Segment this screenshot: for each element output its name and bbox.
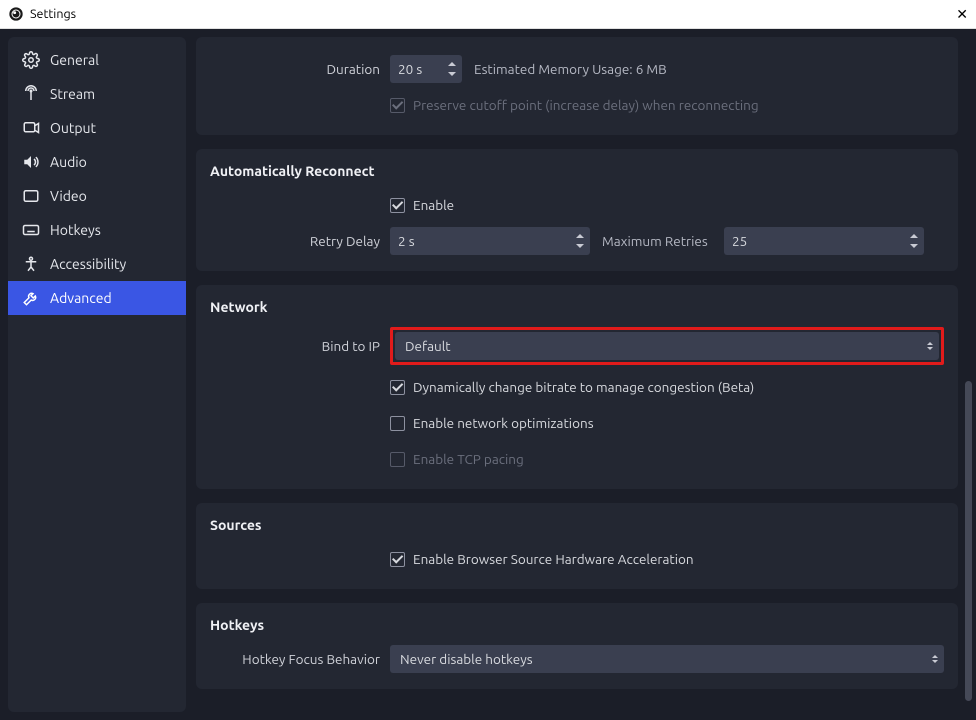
sidebar-item-label: Output <box>50 120 96 136</box>
panel-network: Network Bind to IP Default <box>196 285 958 489</box>
sidebar-item-general[interactable]: General <box>8 43 186 77</box>
content-scrollbar[interactable] <box>965 41 972 708</box>
app-logo-icon <box>8 6 24 22</box>
hotkey-focus-label: Hotkey Focus Behavior <box>210 651 390 667</box>
panel-stream-delay: Duration 20 s Estimated Memory Usage: 6 … <box>196 37 958 135</box>
sidebar-item-label: Accessibility <box>50 256 126 272</box>
spinner-icon[interactable] <box>444 57 460 81</box>
titlebar: Settings ✕ <box>0 0 976 29</box>
memory-estimate: Estimated Memory Usage: 6 MB <box>474 61 667 77</box>
sidebar-item-label: Stream <box>50 86 95 102</box>
panel-title: Sources <box>210 517 944 533</box>
accessibility-icon <box>22 255 40 273</box>
output-icon <box>22 119 40 137</box>
sidebar-item-label: Hotkeys <box>50 222 101 238</box>
network-optimizations-checkbox[interactable]: Enable network optimizations <box>390 415 594 431</box>
spinner-icon[interactable] <box>906 229 922 253</box>
checkbox-icon <box>390 380 405 395</box>
hotkey-focus-value: Never disable hotkeys <box>400 651 533 667</box>
checkbox-icon <box>390 416 405 431</box>
dynamic-bitrate-checkbox[interactable]: Dynamically change bitrate to manage con… <box>390 379 754 395</box>
retry-delay-input[interactable]: 2 s <box>390 227 590 255</box>
chevron-updown-icon <box>927 342 933 350</box>
close-icon[interactable]: ✕ <box>928 6 968 23</box>
chevron-updown-icon <box>932 655 938 663</box>
checkbox-label: Enable Browser Source Hardware Accelerat… <box>413 551 694 567</box>
app-body: General Stream Output Audio Video Hotkey… <box>0 29 976 720</box>
sidebar-item-audio[interactable]: Audio <box>8 145 186 179</box>
keyboard-icon <box>22 221 40 239</box>
checkbox-label: Enable TCP pacing <box>413 451 524 467</box>
retry-delay-label: Retry Delay <box>210 233 390 249</box>
bind-ip-label: Bind to IP <box>210 338 390 354</box>
tools-icon <box>22 289 40 307</box>
panel-sources: Sources Enable Browser Source Hardware A… <box>196 503 958 589</box>
bind-ip-value: Default <box>405 338 451 354</box>
reconnect-enable-checkbox[interactable]: Enable <box>390 197 454 213</box>
checkbox-icon <box>390 198 405 213</box>
audio-icon <box>22 153 40 171</box>
checkbox-label: Enable <box>413 197 454 213</box>
checkbox-icon <box>390 552 405 567</box>
hotkey-focus-select[interactable]: Never disable hotkeys <box>390 645 944 673</box>
max-retries-value: 25 <box>732 233 747 249</box>
sidebar-item-label: Advanced <box>50 290 112 306</box>
duration-value: 20 s <box>398 61 422 77</box>
checkbox-icon <box>390 98 405 113</box>
panel-title: Hotkeys <box>210 617 944 633</box>
video-icon <box>22 187 40 205</box>
tcp-pacing-checkbox: Enable TCP pacing <box>390 451 524 467</box>
sidebar-item-accessibility[interactable]: Accessibility <box>8 247 186 281</box>
panel-title: Network <box>210 299 944 315</box>
checkbox-label: Preserve cutoff point (increase delay) w… <box>413 97 759 113</box>
sidebar-item-hotkeys[interactable]: Hotkeys <box>8 213 186 247</box>
checkbox-label: Dynamically change bitrate to manage con… <box>413 379 754 395</box>
browser-accel-checkbox[interactable]: Enable Browser Source Hardware Accelerat… <box>390 551 694 567</box>
settings-sidebar: General Stream Output Audio Video Hotkey… <box>8 37 186 712</box>
checkbox-label: Enable network optimizations <box>413 415 594 431</box>
gear-icon <box>22 51 40 69</box>
checkbox-icon <box>390 452 405 467</box>
bind-ip-select[interactable]: Default <box>395 332 939 360</box>
duration-label: Duration <box>210 61 390 77</box>
retry-delay-value: 2 s <box>398 233 415 249</box>
bind-ip-highlight: Default <box>390 327 944 365</box>
spinner-icon[interactable] <box>572 229 588 253</box>
duration-input[interactable]: 20 s <box>390 55 462 83</box>
sidebar-item-label: Video <box>50 188 87 204</box>
antenna-icon <box>22 85 40 103</box>
max-retries-label: Maximum Retries <box>602 233 712 249</box>
panel-auto-reconnect: Automatically Reconnect Enable Retry Del… <box>196 149 958 271</box>
sidebar-item-label: Audio <box>50 154 87 170</box>
window-title: Settings <box>30 7 928 21</box>
settings-content: Duration 20 s Estimated Memory Usage: 6 … <box>196 37 972 712</box>
sidebar-item-output[interactable]: Output <box>8 111 186 145</box>
max-retries-input[interactable]: 25 <box>724 227 924 255</box>
preserve-cutoff-checkbox: Preserve cutoff point (increase delay) w… <box>390 97 759 113</box>
scrollbar-thumb[interactable] <box>965 381 972 701</box>
sidebar-item-stream[interactable]: Stream <box>8 77 186 111</box>
panel-hotkeys: Hotkeys Hotkey Focus Behavior Never disa… <box>196 603 958 689</box>
sidebar-item-video[interactable]: Video <box>8 179 186 213</box>
panel-title: Automatically Reconnect <box>210 163 944 179</box>
sidebar-item-advanced[interactable]: Advanced <box>8 281 186 315</box>
sidebar-item-label: General <box>50 52 99 68</box>
